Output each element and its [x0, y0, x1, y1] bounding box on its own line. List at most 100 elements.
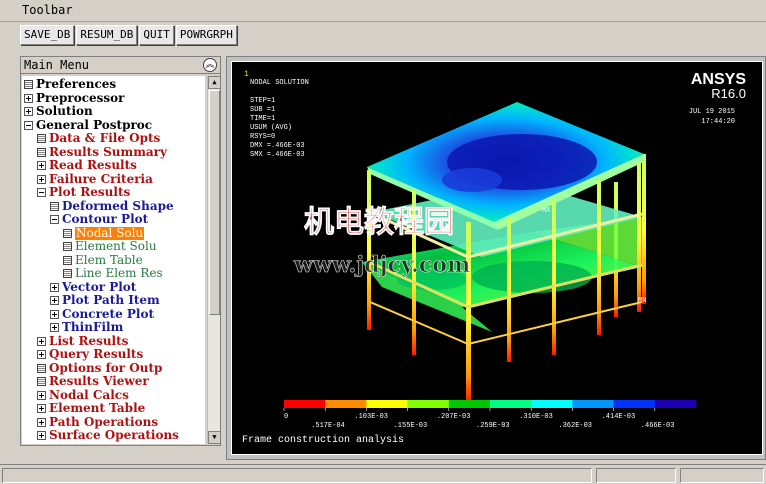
- menu-item[interactable]: Query Results: [37, 348, 143, 362]
- expand-plus-icon[interactable]: [50, 309, 59, 319]
- scroll-up-arrow-icon[interactable]: ▲: [208, 76, 221, 89]
- powrgrph-button[interactable]: POWRGRPH: [175, 25, 237, 45]
- info-line: SMX =.466E-03: [250, 151, 305, 159]
- menu-item[interactable]: List Results: [37, 334, 128, 349]
- expand-plus-icon[interactable]: [37, 417, 46, 427]
- info-line: TIME=1: [250, 115, 275, 123]
- collapse-minus-icon[interactable]: [24, 120, 33, 130]
- menu-leaf-icon[interactable]: [63, 255, 72, 265]
- menu-leaf-icon[interactable]: [37, 363, 46, 373]
- expand-plus-icon[interactable]: [50, 296, 59, 306]
- menu-item[interactable]: Failure Criteria: [37, 171, 153, 187]
- main-menu-title: Main Menu: [24, 58, 90, 72]
- menu-item[interactable]: Elem Table: [63, 253, 143, 268]
- info-line: NODAL SOLUTION: [250, 79, 309, 87]
- expand-plus-icon[interactable]: [37, 174, 46, 184]
- watermark-url: www.jdjcy.com: [293, 252, 470, 278]
- menu-item[interactable]: Element Table: [37, 402, 145, 416]
- menu-leaf-icon[interactable]: [37, 134, 46, 144]
- menu-leaf-icon[interactable]: [37, 377, 46, 387]
- menu-item-label: ThinFilm: [62, 320, 124, 335]
- main-menu-header: Main Menu ︽: [21, 57, 220, 74]
- double-chevron-up-icon[interactable]: ︽: [203, 58, 217, 72]
- nodal-solution-plot: 1 NODAL SOLUTION STEP=1SUB =1TIME=1USUM (…: [242, 70, 746, 446]
- menu-item[interactable]: Preferences: [24, 78, 116, 92]
- window-number: 1: [244, 70, 249, 79]
- menu-item[interactable]: Results Summary: [37, 145, 167, 160]
- expand-plus-icon[interactable]: [50, 282, 59, 292]
- scroll-down-arrow-icon[interactable]: ▼: [208, 431, 221, 444]
- quit-button[interactable]: QUIT: [139, 25, 174, 45]
- max-marker: MX: [542, 207, 551, 215]
- menu-leaf-icon[interactable]: [37, 147, 46, 157]
- save-db-button[interactable]: SAVE_DB: [20, 25, 75, 45]
- expand-plus-icon[interactable]: [24, 93, 33, 103]
- menu-item[interactable]: Deformed Shape: [50, 199, 174, 214]
- menu-item-label: General Postproc: [36, 117, 153, 132]
- menu-item[interactable]: Read Results: [37, 159, 137, 173]
- menu-item[interactable]: Data & File Opts: [37, 132, 160, 146]
- menu-item[interactable]: Options for Outp: [37, 360, 163, 376]
- min-marker: MN: [638, 297, 646, 305]
- menu-item[interactable]: Vector Plot: [50, 280, 136, 295]
- menu-item-label: Nodal Solu: [75, 225, 145, 240]
- menu-item[interactable]: Nodal Calcs: [37, 388, 129, 403]
- menu-item-label: Solution: [36, 104, 93, 119]
- menu-item[interactable]: Plot Path Item: [50, 294, 160, 308]
- status-cell-3: [680, 468, 764, 483]
- menu-item[interactable]: Solution: [24, 105, 93, 119]
- legend-label-bottom: .517E-04: [311, 422, 345, 430]
- legend-label-bottom: .466E-03: [641, 422, 675, 430]
- plot-time: 17:44:20: [701, 118, 735, 126]
- expand-plus-icon[interactable]: [37, 336, 46, 346]
- menu-item[interactable]: Contour Plot: [50, 213, 148, 227]
- scrollbar-thumb[interactable]: [209, 90, 220, 315]
- menu-item[interactable]: ThinFilm: [50, 321, 123, 335]
- menu-item-label: Plot Results: [49, 185, 131, 200]
- menu-item[interactable]: Nodal Solu: [63, 225, 145, 241]
- info-line: USUM (AVG): [250, 124, 292, 132]
- legend-label-bottom: .259E-03: [476, 422, 510, 430]
- menu-item-label: Query Results: [49, 347, 144, 362]
- contour-legend: 0 .103E-03 .207E-03 .310E-03 .414E-03 .517E-0…: [283, 400, 697, 430]
- plot-date: JUL 19 2015: [689, 108, 735, 116]
- menu-item[interactable]: Preprocessor: [24, 91, 124, 106]
- menu-leaf-icon[interactable]: [24, 80, 33, 90]
- menu-item[interactable]: General Postproc: [24, 117, 153, 133]
- toolbar-buttons: SAVE_DB RESUM_DB QUIT POWRGRPH: [20, 25, 237, 45]
- collapse-minus-icon[interactable]: [50, 215, 59, 225]
- menu-item[interactable]: Plot Results: [37, 186, 130, 200]
- legend-label-top: .207E-03: [437, 413, 471, 421]
- collapse-minus-icon[interactable]: [37, 188, 46, 198]
- menu-item[interactable]: Surface Operations: [37, 429, 179, 443]
- menu-leaf-icon[interactable]: [63, 242, 72, 252]
- legend-swatch: [284, 400, 326, 408]
- expand-plus-icon[interactable]: [37, 431, 46, 441]
- menu-item[interactable]: Results Viewer: [37, 375, 149, 389]
- main-menu-tree: Preferences Preprocessor Solution General P…: [22, 76, 205, 444]
- resume-db-button[interactable]: RESUM_DB: [76, 25, 138, 45]
- menu-scrollbar[interactable]: ▲ ▼: [207, 76, 221, 444]
- menu-leaf-icon[interactable]: [50, 201, 59, 211]
- expand-plus-icon[interactable]: [37, 404, 46, 414]
- menu-leaf-icon[interactable]: [63, 228, 72, 238]
- expand-plus-icon[interactable]: [37, 390, 46, 400]
- menu-item[interactable]: Element Solu: [63, 240, 157, 254]
- menu-item-label: Options for Outp: [49, 360, 163, 375]
- expand-plus-icon[interactable]: [50, 323, 59, 333]
- legend-label-top: .414E-03: [602, 413, 636, 421]
- menu-item-label: Failure Criteria: [49, 171, 153, 186]
- menu-leaf-icon[interactable]: [63, 269, 72, 279]
- graphics-window[interactable]: 1 NODAL SOLUTION STEP=1 SUB =1 TIME=1 USUM (…: [231, 61, 763, 455]
- menu-item-label: Surface Operations: [49, 428, 179, 443]
- menu-item-label: Data & File Opts: [49, 131, 161, 146]
- expand-plus-icon[interactable]: [37, 350, 46, 360]
- info-line: RSYS=0: [250, 133, 275, 141]
- legend-label-top: .310E-03: [519, 413, 553, 421]
- expand-plus-icon[interactable]: [24, 107, 33, 117]
- menu-item[interactable]: Path Operations: [37, 415, 158, 430]
- expand-plus-icon[interactable]: [37, 161, 46, 171]
- menu-item-label: Concrete Plot: [62, 306, 155, 321]
- menu-item[interactable]: Concrete Plot: [50, 306, 155, 322]
- menu-item[interactable]: Line Elem Res: [63, 267, 163, 281]
